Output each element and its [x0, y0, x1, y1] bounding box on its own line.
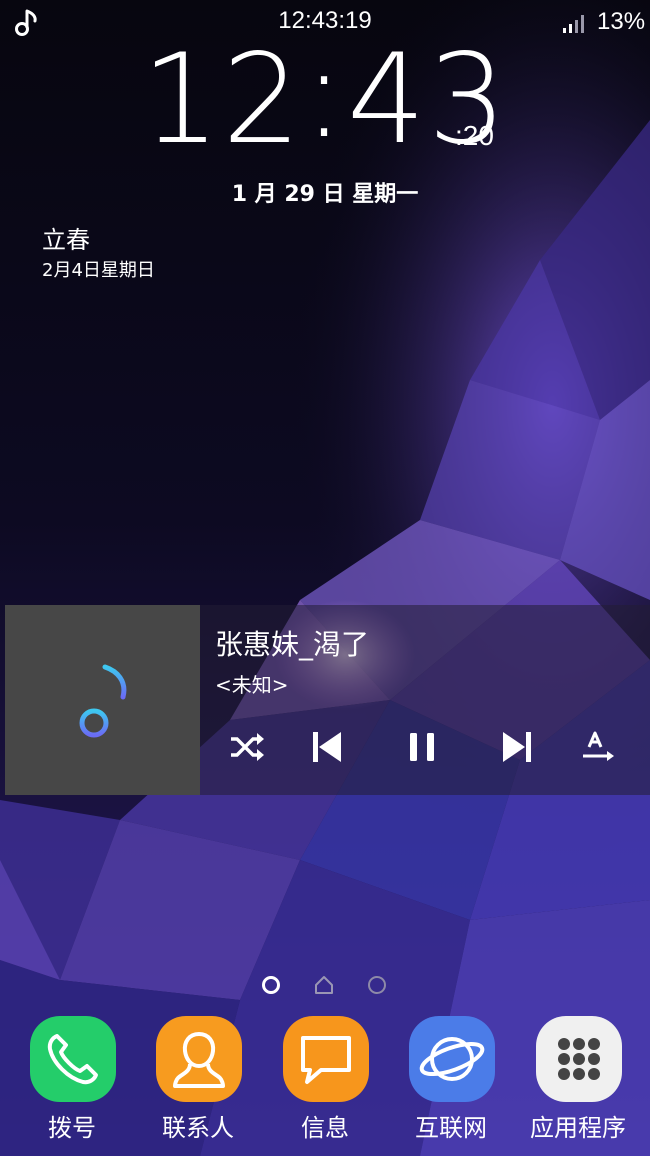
pause-button[interactable]	[402, 727, 442, 767]
clock-seconds: :20	[455, 120, 494, 151]
dock-app-contacts[interactable]: 联系人	[138, 1012, 258, 1152]
home-page-indicator-icon[interactable]	[313, 974, 335, 996]
app-label: 应用程序	[530, 1114, 626, 1142]
album-art[interactable]	[5, 605, 200, 795]
apps-grid-icon	[536, 1016, 622, 1102]
lock-clock: 12:43	[0, 24, 650, 172]
calendar-event-date[interactable]: 2月4日星期日	[42, 256, 155, 282]
song-title: 张惠妹_渴了	[215, 628, 370, 661]
dock-app-messages[interactable]: 信息	[265, 1012, 385, 1152]
calendar-event-name[interactable]: 立春	[42, 220, 90, 255]
page-indicator-active[interactable]	[262, 976, 280, 994]
phone-app-icon[interactable]	[30, 1016, 116, 1102]
clock-colon: :	[303, 22, 347, 166]
apps-app-icon[interactable]	[536, 1016, 622, 1102]
shuffle-icon	[231, 733, 264, 761]
page-indicator[interactable]	[368, 976, 386, 994]
pause-icon	[410, 733, 434, 761]
internet-app-icon[interactable]	[409, 1016, 495, 1102]
phone-icon	[30, 1016, 116, 1102]
dock-app-dialer[interactable]: 拨号	[12, 1012, 132, 1152]
previous-button[interactable]	[307, 727, 347, 767]
lyrics-button[interactable]	[577, 727, 617, 767]
next-button[interactable]	[497, 727, 537, 767]
song-artist: <未知>	[215, 673, 289, 697]
messages-app-icon[interactable]	[283, 1016, 369, 1102]
music-player-widget[interactable]: 张惠妹_渴了 <未知>	[5, 605, 650, 795]
previous-icon	[313, 732, 341, 762]
clock-date: 1 月 29 日 星期一	[231, 182, 419, 207]
dock-app-internet[interactable]: 互联网	[391, 1012, 511, 1152]
music-note-icon	[79, 664, 127, 738]
shuffle-button[interactable]	[227, 727, 267, 767]
next-icon	[503, 732, 531, 762]
dock-app-apps[interactable]: 应用程序	[518, 1012, 638, 1152]
lyrics-icon	[583, 731, 614, 761]
contacts-app-icon[interactable]	[156, 1016, 242, 1102]
clock-hours: 12	[141, 28, 304, 172]
planet-icon	[409, 1016, 495, 1102]
message-icon	[283, 1016, 369, 1102]
contact-icon	[156, 1016, 242, 1102]
